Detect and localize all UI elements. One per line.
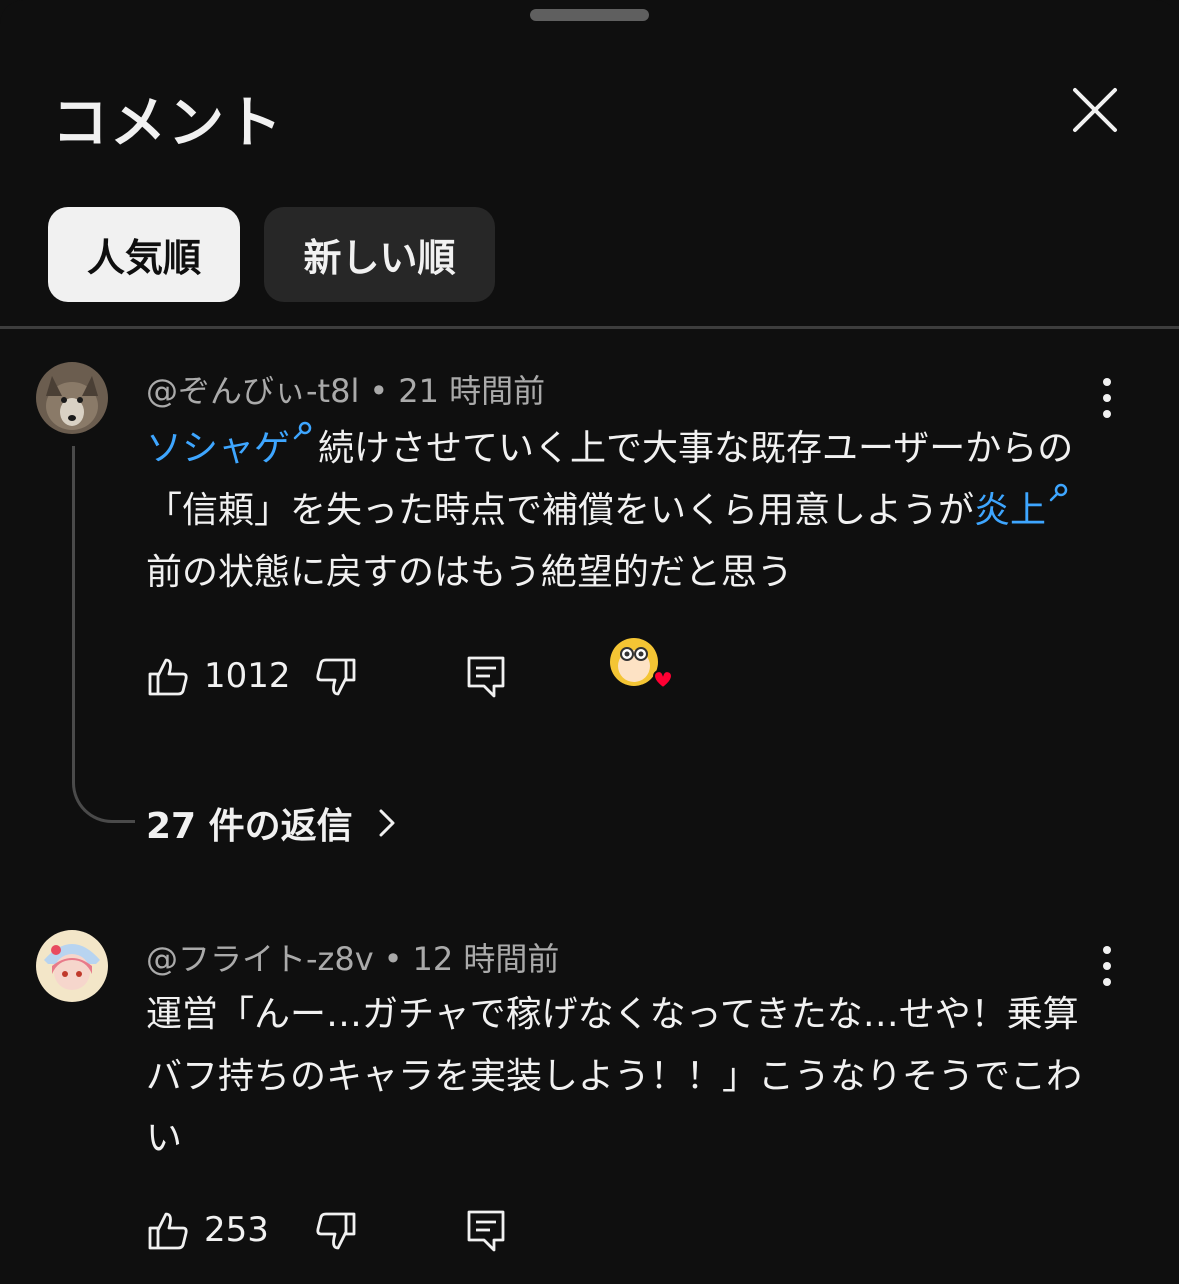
thumb-up-icon[interactable]	[146, 1208, 190, 1252]
avatar[interactable]	[36, 930, 108, 1002]
creator-heart-icon	[610, 638, 672, 690]
search-icon	[293, 421, 312, 440]
comment-actions: 253	[146, 1208, 746, 1258]
comments-sheet: コメント 人気順 新しい順 @ぞんびぃ-t8l • 21 時間前 ソシャゲ 続けさせて…	[0, 0, 1179, 1284]
comment-text: ソシャゲ 続けさせていく上で大事な既存ユーザーからの「信頼」を失った時点で補償をい…	[146, 418, 1106, 604]
reply-icon[interactable]	[464, 654, 508, 698]
avatar[interactable]	[36, 362, 108, 434]
more-vert-icon[interactable]	[1092, 376, 1122, 420]
comment-actions: 1012	[146, 638, 746, 704]
search-link[interactable]: ソシャゲ	[146, 428, 290, 469]
like-count: 1012	[204, 656, 291, 696]
sheet-title: コメント	[52, 91, 284, 156]
thumb-up-icon[interactable]	[146, 654, 190, 698]
comment-time: 21 時間前	[398, 372, 546, 410]
comment-meta: @フライト-z8v • 12 時間前	[146, 940, 560, 978]
thumb-down-icon[interactable]	[314, 656, 358, 700]
thread-line	[72, 446, 135, 823]
more-vert-icon[interactable]	[1092, 944, 1122, 988]
chevron-right-icon	[379, 809, 395, 837]
replies-label: 27 件の返信	[146, 806, 353, 847]
sort-popular-chip[interactable]: 人気順	[48, 207, 240, 302]
sort-newest-chip[interactable]: 新しい順	[264, 207, 495, 302]
comment-text: 運営「んー…ガチャで稼げなくなってきたな…せや！乗算バフ持ちのキャラを実装しよう…	[146, 994, 1083, 1159]
search-link[interactable]: 炎上	[974, 490, 1046, 531]
search-icon	[1049, 483, 1068, 502]
comment-author[interactable]: @ぞんびぃ-t8l	[146, 372, 359, 410]
view-replies-button[interactable]: 27 件の返信	[146, 797, 399, 849]
reply-icon[interactable]	[464, 1208, 508, 1252]
comment-author[interactable]: @フライト-z8v	[146, 940, 374, 978]
close-icon[interactable]	[1065, 80, 1125, 140]
drag-handle[interactable]	[530, 9, 649, 21]
comment-meta: @ぞんびぃ-t8l • 21 時間前	[146, 372, 546, 410]
like-count: 253	[204, 1210, 269, 1250]
divider	[0, 326, 1179, 329]
comment-time: 12 時間前	[412, 940, 560, 978]
thumb-down-icon[interactable]	[314, 1210, 358, 1254]
comment-text-segment: 前の状態に戻すのはもう絶望的だと思う	[146, 552, 793, 593]
